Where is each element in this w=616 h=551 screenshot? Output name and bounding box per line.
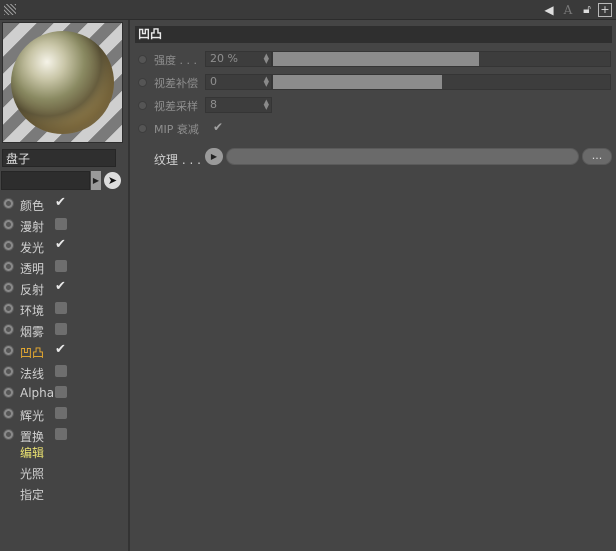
strength-slider-fill xyxy=(273,52,479,66)
channel-label: 环境 xyxy=(20,304,45,318)
channel-label: 置换 xyxy=(20,430,45,444)
channel-checkbox[interactable] xyxy=(55,260,67,272)
channel-label: 颜色 xyxy=(20,199,45,213)
parallax-offset-label: 视差补偿 xyxy=(154,77,198,90)
material-name-field[interactable]: 盘子 xyxy=(2,149,116,167)
channel-item[interactable]: 凹凸 ✔ xyxy=(0,341,128,362)
parallax-samples-label: 视差采样 xyxy=(154,100,198,113)
parallax-offset-row: 视差补偿 0 ▲ ▼ xyxy=(138,74,612,91)
strength-row: 强度 . . . 20 % ▲ ▼ xyxy=(138,51,612,68)
animation-dot[interactable] xyxy=(138,101,147,110)
sub-page-item[interactable]: 光照 xyxy=(20,467,44,488)
channel-label: 透明 xyxy=(20,262,45,276)
channel-checkbox[interactable]: ✔ xyxy=(55,343,67,356)
lock-icon[interactable]: 🔓︎ xyxy=(579,2,595,18)
material-sphere-image xyxy=(11,31,114,134)
strength-label: 强度 . . . xyxy=(154,54,197,67)
channel-checkbox[interactable] xyxy=(55,218,67,230)
channel-radio[interactable] xyxy=(3,219,14,230)
mip-falloff-row: MIP 衰减 ✔ xyxy=(138,120,612,137)
text-a-icon[interactable]: A xyxy=(560,2,576,18)
channel-radio[interactable] xyxy=(3,408,14,419)
texture-browse-button[interactable]: ... xyxy=(582,148,612,165)
animation-dot[interactable] xyxy=(138,55,147,64)
channel-label: 法线 xyxy=(20,367,45,381)
channel-checkbox[interactable]: ✔ xyxy=(55,238,67,251)
channel-item[interactable]: Alpha xyxy=(0,383,128,404)
channel-radio[interactable] xyxy=(3,345,14,356)
channel-item[interactable]: 发光 ✔ xyxy=(0,236,128,257)
channel-item[interactable]: 漫射 xyxy=(0,215,128,236)
arrow-left-icon[interactable]: ◀ xyxy=(541,2,557,18)
material-link-field[interactable] xyxy=(1,171,90,190)
pick-cursor-icon[interactable]: ➤ xyxy=(104,172,121,189)
channel-radio[interactable] xyxy=(3,198,14,209)
animation-dot[interactable] xyxy=(138,78,147,87)
channel-label: 发光 xyxy=(20,241,45,255)
channel-checkbox[interactable]: ✔ xyxy=(55,196,67,209)
channel-item[interactable]: 置换 xyxy=(0,425,128,446)
channel-checkbox[interactable] xyxy=(55,386,67,398)
top-toolbar: ◀ A 🔓︎ + xyxy=(0,0,616,20)
channel-label: 反射 xyxy=(20,283,45,297)
channel-list: 颜色 ✔ 漫射发光 ✔ 透明反射 ✔ 环境烟雾凹凸 ✔ 法线 Alpha 辉光置换 xyxy=(0,194,128,446)
mip-falloff-label: MIP 衰减 xyxy=(154,123,199,136)
texture-slot[interactable] xyxy=(226,148,579,165)
channel-item[interactable]: 反射 ✔ xyxy=(0,278,128,299)
panel-grip-icon[interactable] xyxy=(4,4,16,15)
strength-slider[interactable] xyxy=(272,51,611,67)
channel-radio[interactable] xyxy=(3,366,14,377)
channel-radio[interactable] xyxy=(3,387,14,398)
channel-item[interactable]: 烟雾 xyxy=(0,320,128,341)
texture-menu-arrow-icon[interactable]: ▶ xyxy=(205,148,223,165)
parallax-samples-row: 视差采样 8 ▲ ▼ xyxy=(138,97,612,114)
channel-radio[interactable] xyxy=(3,261,14,272)
channel-item[interactable]: 辉光 xyxy=(0,404,128,425)
channel-radio[interactable] xyxy=(3,303,14,314)
channel-checkbox[interactable] xyxy=(55,302,67,314)
parallax-offset-slider-fill xyxy=(273,75,442,89)
channel-label: Alpha xyxy=(20,386,55,400)
channel-settings-panel: 凹凸 强度 . . . 20 % ▲ ▼ 视差补偿 0 ▲ ▼ 视差采样 8 ▲ ▼ MIP… xyxy=(130,20,616,551)
play-arrow-icon[interactable]: ▶ xyxy=(91,171,101,190)
channel-checkbox[interactable] xyxy=(55,365,67,377)
channel-radio[interactable] xyxy=(3,429,14,440)
channel-checkbox[interactable]: ✔ xyxy=(55,280,67,293)
channel-radio[interactable] xyxy=(3,240,14,251)
channel-label: 辉光 xyxy=(20,409,45,423)
material-picker-row: ▶ ➤ xyxy=(1,171,127,191)
sub-page-list: 编辑 光照 指定 xyxy=(20,446,44,509)
channel-checkbox[interactable] xyxy=(55,407,67,419)
sub-page-item[interactable]: 编辑 xyxy=(20,446,44,467)
mip-falloff-checkbox[interactable]: ✔ xyxy=(213,120,223,134)
material-preview[interactable] xyxy=(2,22,123,143)
channel-label: 漫射 xyxy=(20,220,45,234)
channel-radio[interactable] xyxy=(3,282,14,293)
channel-item[interactable]: 法线 xyxy=(0,362,128,383)
parallax-offset-input[interactable]: 0 ▲ ▼ xyxy=(205,74,272,90)
parallax-samples-input[interactable]: 8 ▲ ▼ xyxy=(205,97,272,113)
material-sidebar: 盘子 ▶ ➤ 颜色 ✔ 漫射发光 ✔ 透明反射 ✔ 环境烟雾凹凸 ✔ 法线 Alpha 辉光置换 编… xyxy=(0,20,130,551)
channel-radio[interactable] xyxy=(3,324,14,335)
channel-checkbox[interactable] xyxy=(55,323,67,335)
strength-input[interactable]: 20 % ▲ ▼ xyxy=(205,51,272,67)
channel-label: 烟雾 xyxy=(20,325,45,339)
texture-label: 纹理 . . . xyxy=(154,153,201,167)
add-panel-icon[interactable]: + xyxy=(598,2,612,17)
channel-item[interactable]: 颜色 ✔ xyxy=(0,194,128,215)
parallax-offset-slider[interactable] xyxy=(272,74,611,90)
channel-item[interactable]: 环境 xyxy=(0,299,128,320)
channel-checkbox[interactable] xyxy=(55,428,67,440)
section-title: 凹凸 xyxy=(135,26,612,43)
channel-item[interactable]: 透明 xyxy=(0,257,128,278)
animation-dot[interactable] xyxy=(138,124,147,133)
channel-label: 凹凸 xyxy=(20,346,45,360)
sub-page-item[interactable]: 指定 xyxy=(20,488,44,509)
